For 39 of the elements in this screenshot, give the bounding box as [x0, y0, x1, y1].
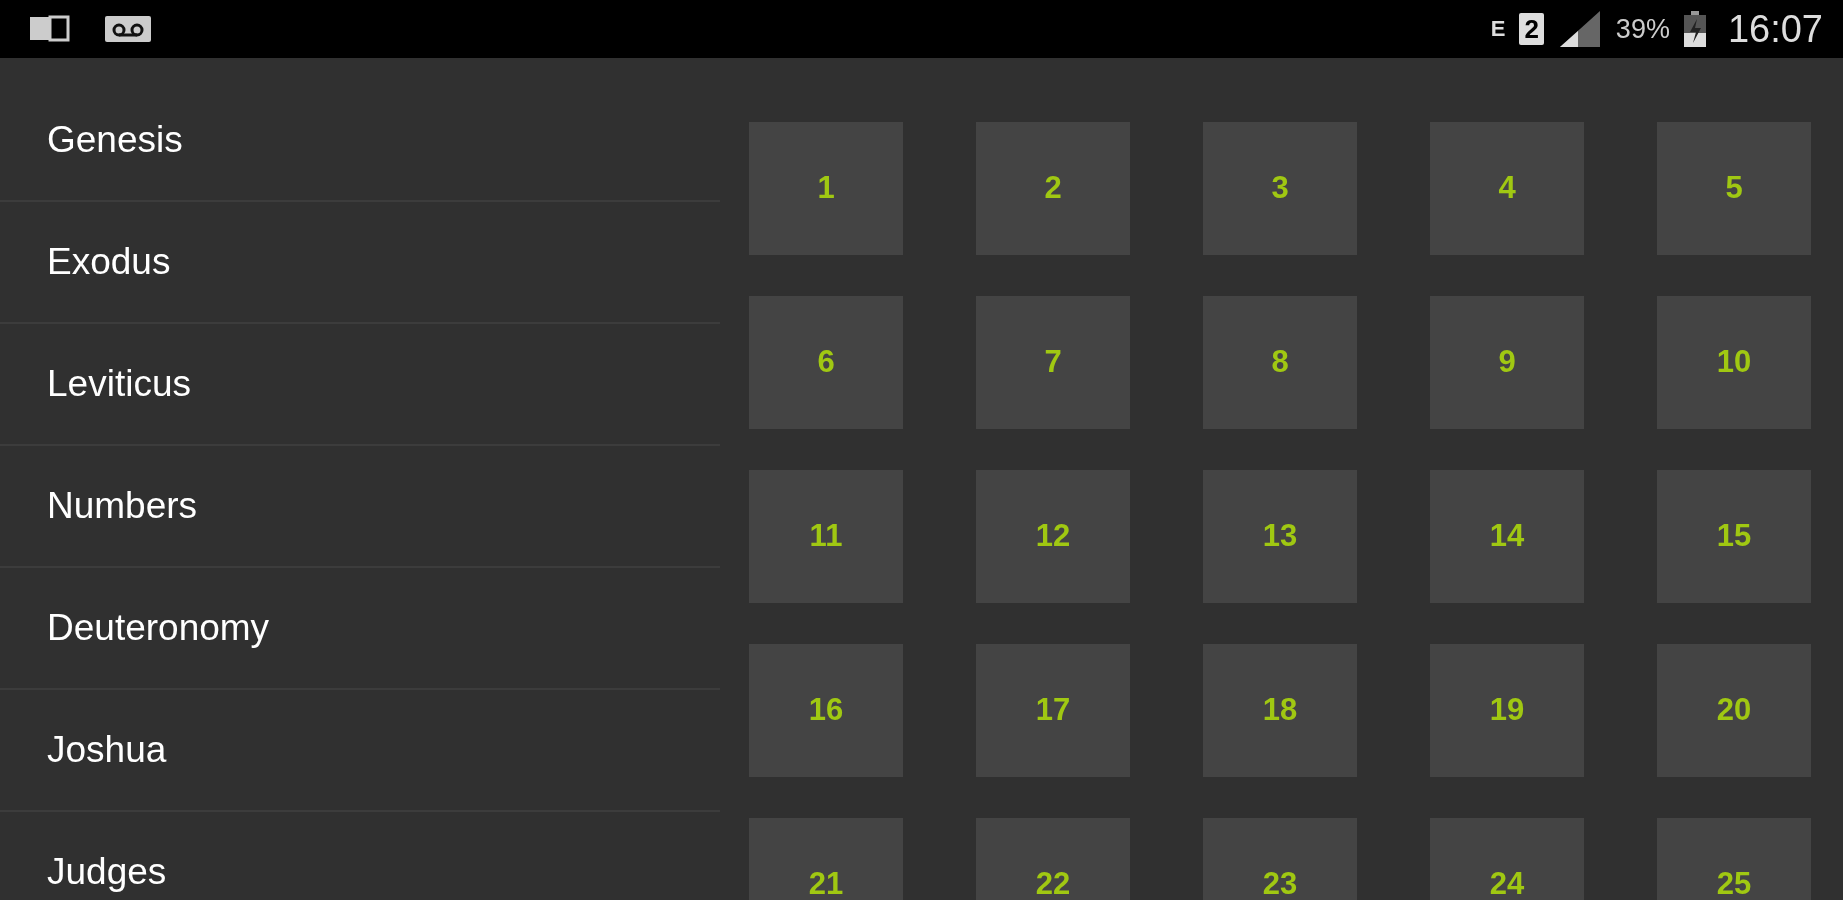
- chapter-tile[interactable]: 10: [1657, 296, 1811, 429]
- book-list-item[interactable]: Deuteronomy: [0, 568, 720, 690]
- chapter-tile[interactable]: 5: [1657, 122, 1811, 255]
- network-type-indicator: E: [1490, 18, 1506, 40]
- book-list-item[interactable]: Exodus: [0, 202, 720, 324]
- chapter-tile[interactable]: 7: [976, 296, 1130, 429]
- chapter-tile[interactable]: 14: [1430, 470, 1584, 603]
- book-list-item[interactable]: Genesis: [0, 80, 720, 202]
- book-list-item[interactable]: Numbers: [0, 446, 720, 568]
- chapter-tile[interactable]: 25: [1657, 818, 1811, 900]
- chapter-tile[interactable]: 1: [749, 122, 903, 255]
- chapter-tile[interactable]: 21: [749, 818, 903, 900]
- chapter-tile[interactable]: 18: [1203, 644, 1357, 777]
- chapter-tile[interactable]: 19: [1430, 644, 1584, 777]
- chapter-tile[interactable]: 9: [1430, 296, 1584, 429]
- chapter-tile[interactable]: 12: [976, 470, 1130, 603]
- chapter-tile[interactable]: 22: [976, 818, 1130, 900]
- battery-percent: 39%: [1615, 13, 1670, 45]
- voicemail-icon: [104, 15, 152, 43]
- chapter-tile[interactable]: 3: [1203, 122, 1357, 255]
- sim-indicator: 2: [1519, 13, 1544, 45]
- book-list-item[interactable]: Joshua: [0, 690, 720, 812]
- chapter-tile[interactable]: 4: [1430, 122, 1584, 255]
- book-icon: [28, 15, 70, 43]
- chapter-tile[interactable]: 23: [1203, 818, 1357, 900]
- chapter-tile[interactable]: 16: [749, 644, 903, 777]
- clock: 16:07: [1727, 7, 1823, 51]
- chapter-tile[interactable]: 20: [1657, 644, 1811, 777]
- chapter-tile[interactable]: 11: [749, 470, 903, 603]
- chapter-tile[interactable]: 8: [1203, 296, 1357, 429]
- chapter-tile[interactable]: 17: [976, 644, 1130, 777]
- chapter-tile[interactable]: 2: [976, 122, 1130, 255]
- book-list-item[interactable]: Judges: [0, 812, 720, 900]
- book-list-item[interactable]: Leviticus: [0, 324, 720, 446]
- chapter-tile[interactable]: 13: [1203, 470, 1357, 603]
- battery-charging-icon: [1683, 11, 1706, 47]
- chapter-tile[interactable]: 15: [1657, 470, 1811, 603]
- chapter-tile[interactable]: 6: [749, 296, 903, 429]
- chapter-tile[interactable]: 24: [1430, 818, 1584, 900]
